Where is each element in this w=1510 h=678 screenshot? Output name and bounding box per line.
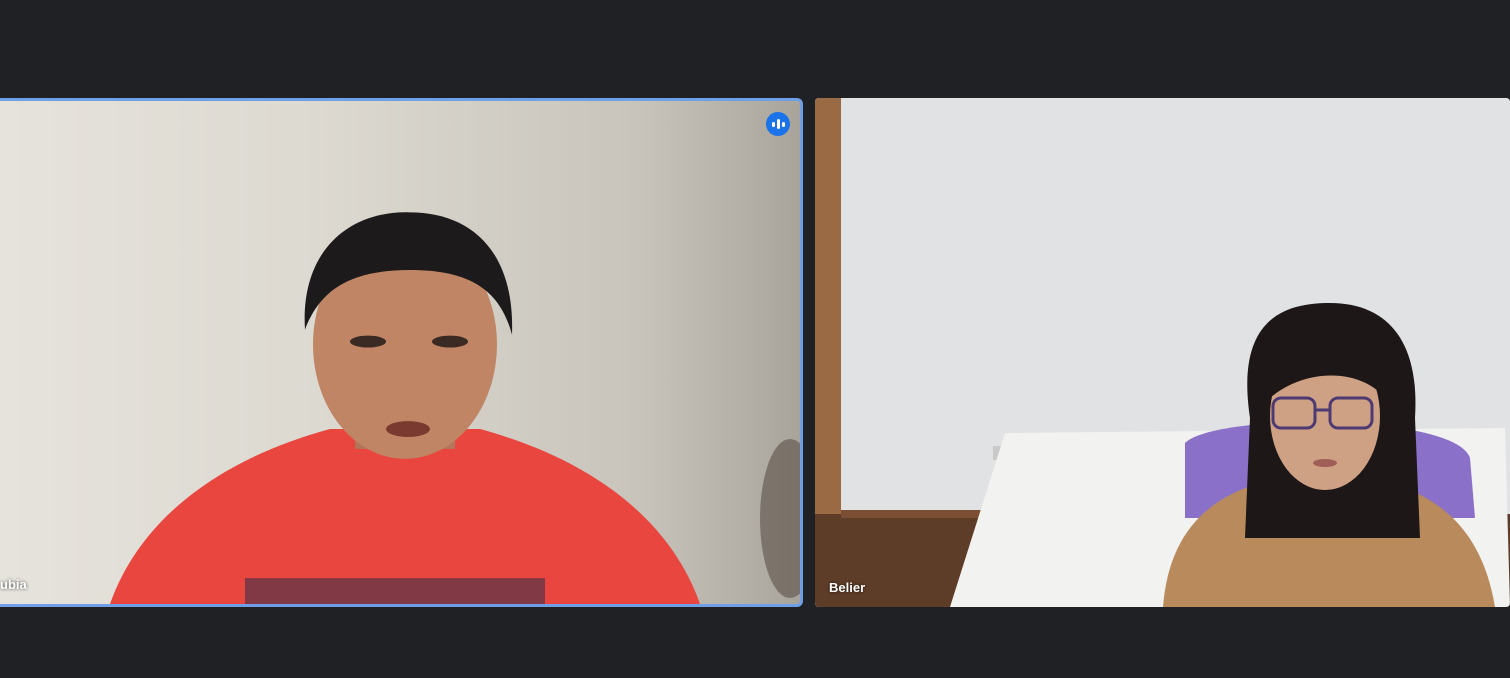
participant-video-left	[0, 101, 800, 604]
participant-name: ubia	[0, 577, 27, 592]
meeting-stage: ubia Belier	[0, 0, 1510, 678]
participant-tile-left[interactable]: ubia	[0, 98, 803, 607]
participant-name: Belier	[829, 580, 866, 595]
participant-video-right	[815, 98, 1510, 607]
participant-tile-right[interactable]: Belier	[815, 98, 1510, 607]
audio-level-icon	[766, 112, 790, 136]
